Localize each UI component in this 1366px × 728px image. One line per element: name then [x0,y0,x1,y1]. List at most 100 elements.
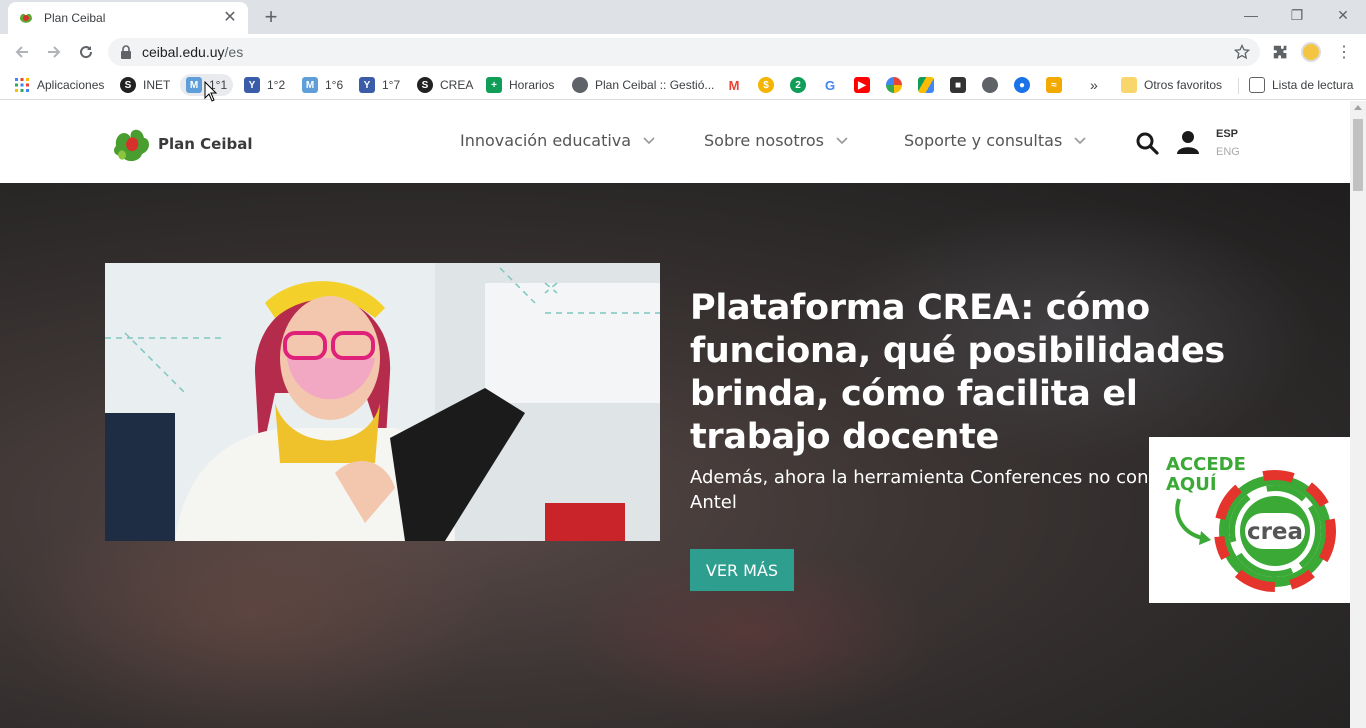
chevron-down-icon [643,136,655,144]
folder-icon [1121,77,1137,93]
reload-button[interactable] [74,40,98,64]
forward-arrow-icon [48,46,61,58]
bookmarks-overflow-button[interactable]: » [1090,74,1098,96]
bookmark-y-icon: Y [244,77,260,93]
browser-tabstrip: Plan Ceibal ✕ + — ❐ ✕ [0,0,1366,34]
google-photos-icon[interactable] [886,77,902,93]
crea-access-badge[interactable]: ACCEDE AQUÍ crea [1149,437,1350,603]
bookmark-1-2[interactable]: Y 1°2 [244,74,285,96]
reading-list-icon [1249,77,1265,93]
schoology-icon: S [120,77,136,93]
bookmark-apps[interactable]: Aplicaciones [14,74,104,96]
lang-eng-link[interactable]: ENG [1216,146,1240,158]
google-drive-icon[interactable] [918,77,934,93]
nav-label: Sobre nosotros [704,131,824,150]
account-icon[interactable]: ● [1014,77,1030,93]
bookmark-dark-icon[interactable]: ■ [950,77,966,93]
tab-close-icon[interactable]: ✕ [222,10,238,26]
bookmark-label: CREA [440,78,474,92]
browser-toolbar: ceibal.edu.uy/es ⋮ [0,34,1366,70]
bookmark-inet[interactable]: S INET [120,74,170,96]
nav-label: Soporte y consultas [904,131,1063,150]
bookmark-label: 1°7 [382,78,401,92]
url-text: ceibal.edu.uy/es [142,44,244,60]
back-button[interactable] [10,40,34,64]
bookmark-yellow-icon[interactable]: $ [758,77,774,93]
bookmark-label: Otros favoritos [1144,78,1223,92]
bookmark-label: Horarios [509,78,555,92]
schoology-icon: S [417,77,433,93]
search-icon[interactable] [1135,131,1159,155]
hero-subtitle-line: Antel [690,492,737,513]
restore-button[interactable]: ❐ [1274,0,1320,30]
forward-button[interactable] [42,40,66,64]
sheets-icon: + [486,77,502,93]
chevron-down-icon [1074,136,1086,144]
crea-logo-icon: crea [1175,470,1336,592]
globe-icon[interactable] [982,77,998,93]
plan-ceibal-logo[interactable]: Plan Ceibal [112,124,252,164]
hero-subtitle-line: Además, ahora la herramienta Conferences… [690,467,1160,488]
google-icon[interactable]: G [822,77,838,93]
bookmark-1-6[interactable]: M 1°6 [302,74,343,96]
extensions-icon[interactable] [1270,42,1290,62]
scroll-up-arrow-icon[interactable] [1354,105,1362,110]
back-arrow-icon [15,46,28,58]
bookmark-label: Lista de lectura [1272,78,1354,92]
bookmark-label: Aplicaciones [37,78,105,92]
chevron-down-icon [836,136,848,144]
bookmark-1-7[interactable]: Y 1°7 [359,74,400,96]
user-icon[interactable] [1177,130,1199,154]
bookmark-otros-favoritos[interactable]: Otros favoritos [1121,74,1222,96]
bookmarks-divider [1238,78,1239,94]
youtube-icon[interactable]: ▶ [854,77,870,93]
close-window-button[interactable]: ✕ [1320,0,1366,30]
ver-mas-button[interactable]: VER MÁS [690,549,794,591]
hero-banner: Plataforma CREA: cómo funciona, qué posi… [0,183,1350,728]
mouse-cursor-icon [204,81,218,102]
moodle-icon: M [302,77,318,93]
reading-list-button[interactable]: Lista de lectura [1249,74,1353,96]
hero-title: Plataforma CREA: cómo funciona, qué posi… [690,288,1225,457]
bookmark-crea[interactable]: S CREA [417,74,473,96]
globe-icon [572,77,588,93]
overflow-label: » [1090,77,1098,93]
address-bar[interactable]: ceibal.edu.uy/es [108,38,1260,66]
crea-logo-text: crea [1247,519,1303,545]
apps-grid-icon [14,77,30,93]
bookmark-label: Plan Ceibal :: Gestió... [595,78,715,92]
tab-title: Plan Ceibal [44,11,106,25]
bookmark-horarios[interactable]: + Horarios [486,74,554,96]
teacher-with-tablet-image [105,263,660,541]
profile-avatar[interactable] [1301,42,1321,62]
nav-sobre-nosotros[interactable]: Sobre nosotros [704,131,848,150]
bookmark-plan-ceibal-gestion[interactable]: Plan Ceibal :: Gestió... [572,74,714,96]
gmail-icon[interactable]: M [726,77,742,93]
menu-kebab-icon[interactable]: ⋮ [1334,42,1354,62]
reload-icon [80,46,93,59]
browser-tab[interactable]: Plan Ceibal ✕ [8,2,248,34]
bookmark-label: INET [143,78,171,92]
bookmark-green-icon[interactable]: 2 [790,77,806,93]
scrollbar-thumb[interactable] [1353,119,1363,191]
lang-esp-link[interactable]: ESP [1216,128,1238,140]
moodle-icon: M [186,77,202,93]
bookmark-star-icon[interactable] [1234,44,1250,60]
site-header: Plan Ceibal Innovación educativa Sobre n… [0,101,1350,183]
nav-innovacion-educativa[interactable]: Innovación educativa [460,131,655,150]
hero-photo [105,263,660,541]
hero-subtitle: Además, ahora la herramienta Conferences… [690,465,1160,515]
bookmark-orange-icon[interactable]: ≈ [1046,77,1062,93]
new-tab-button[interactable]: + [259,6,283,30]
logo-text: Plan Ceibal [158,135,253,153]
nav-label: Innovación educativa [460,131,632,150]
plan-ceibal-favicon-icon [18,10,34,26]
page-scrollbar[interactable] [1350,101,1366,728]
lock-icon [121,45,131,59]
bookmark-label: 1°6 [325,78,344,92]
bookmark-label: 1°2 [267,78,286,92]
bookmark-y-icon: Y [359,77,375,93]
nav-soporte-y-consultas[interactable]: Soporte y consultas [904,131,1086,150]
ceibal-flower-icon [114,129,149,162]
minimize-button[interactable]: — [1228,0,1274,30]
